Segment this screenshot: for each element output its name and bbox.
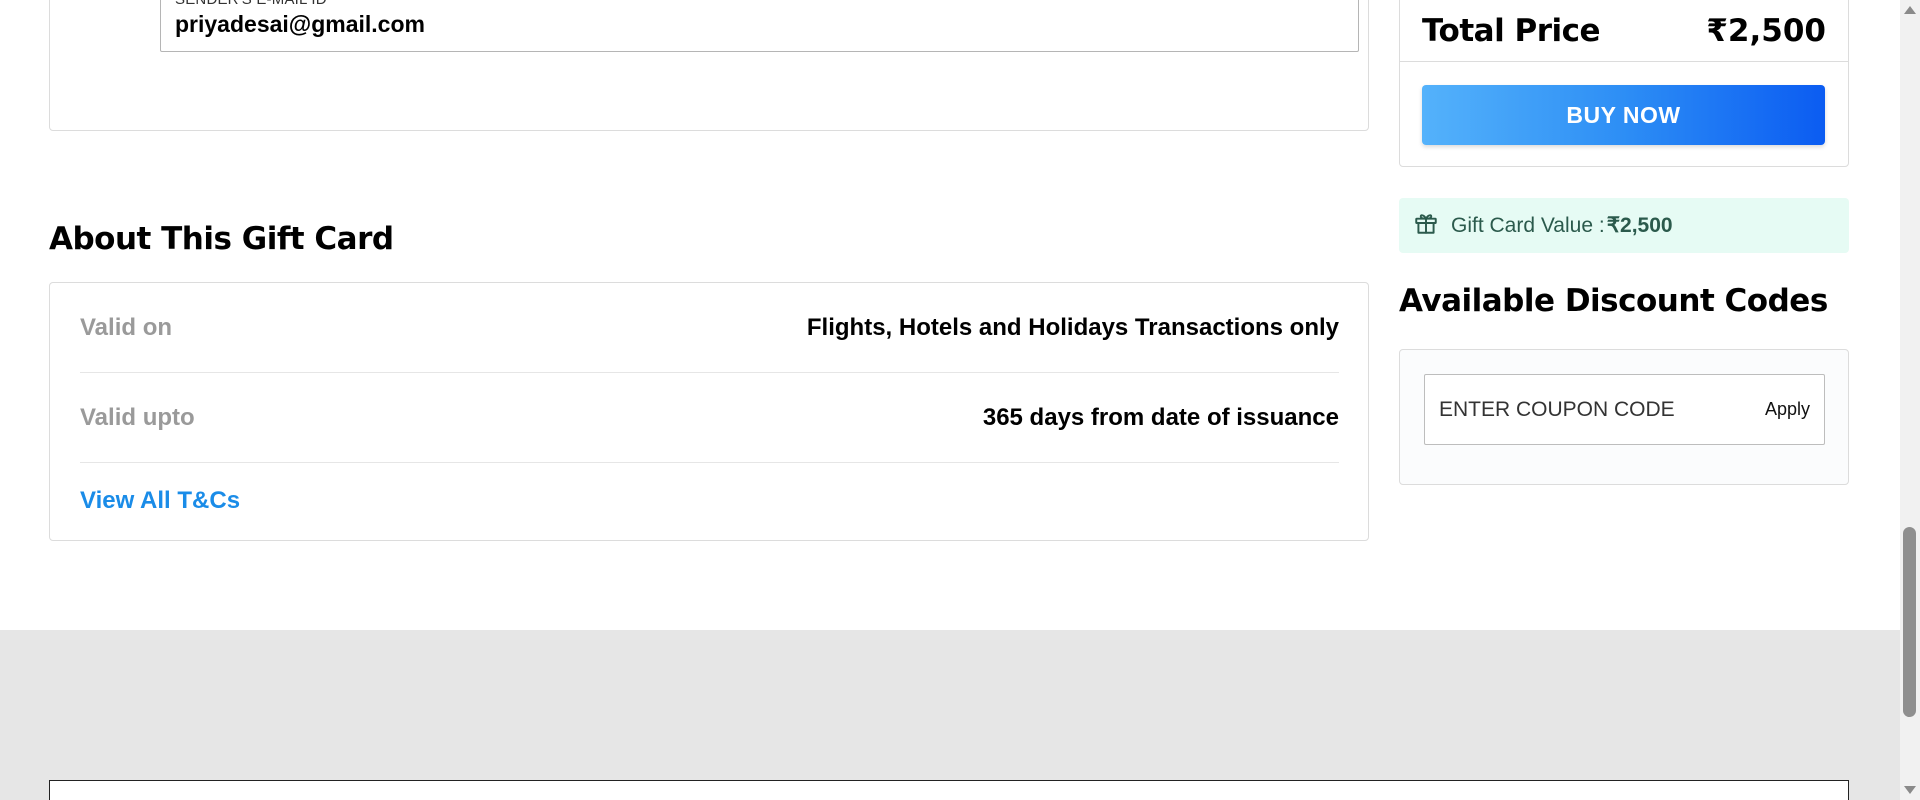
about-row-valid-on: Valid on Flights, Hotels and Holidays Tr… bbox=[80, 283, 1339, 373]
about-row-value: 365 days from date of issuance bbox=[982, 403, 1339, 431]
scroll-thumb[interactable] bbox=[1903, 527, 1916, 717]
about-row-value: Flights, Hotels and Holidays Transaction… bbox=[806, 313, 1339, 341]
about-title: About This Gift Card bbox=[49, 221, 394, 257]
total-price-row: Total Price ₹2,500 bbox=[1400, 0, 1848, 62]
coupon-box: Apply bbox=[1424, 374, 1825, 445]
sender-email-label: SENDER'S E-MAIL ID bbox=[175, 0, 327, 8]
discount-codes-title: Available Discount Codes bbox=[1399, 283, 1828, 319]
total-price-label: Total Price bbox=[1422, 13, 1601, 49]
sender-email-field[interactable]: SENDER'S E-MAIL ID priyadesai@gmail.com bbox=[160, 0, 1359, 52]
about-row-key: Valid on bbox=[80, 313, 173, 341]
page: SENDER'S E-MAIL ID priyadesai@gmail.com … bbox=[0, 0, 1920, 800]
sender-email-value[interactable]: priyadesai@gmail.com bbox=[175, 11, 425, 38]
coupon-code-input[interactable] bbox=[1439, 397, 1739, 422]
price-card: Total Price ₹2,500 BUY NOW bbox=[1399, 0, 1849, 167]
about-row-valid-upto: Valid upto 365 days from date of issuanc… bbox=[80, 373, 1339, 463]
about-card: Valid on Flights, Hotels and Holidays Tr… bbox=[49, 282, 1369, 541]
vertical-scrollbar[interactable] bbox=[1900, 0, 1920, 800]
gift-icon bbox=[1413, 210, 1451, 242]
total-price-value: ₹2,500 bbox=[1706, 13, 1826, 49]
gift-card-value-label: Gift Card Value : bbox=[1451, 213, 1605, 237]
footer-box bbox=[49, 780, 1849, 800]
scroll-down-arrow-icon[interactable] bbox=[1904, 786, 1916, 794]
buy-now-button[interactable]: BUY NOW bbox=[1422, 85, 1825, 145]
footer bbox=[0, 630, 1900, 800]
sender-card: SENDER'S E-MAIL ID priyadesai@gmail.com bbox=[49, 0, 1369, 131]
gift-card-value-amount: ₹2,500 bbox=[1606, 214, 1673, 237]
scroll-up-arrow-icon[interactable] bbox=[1904, 6, 1916, 14]
about-row-key: Valid upto bbox=[80, 403, 195, 431]
gift-card-value-banner: Gift Card Value : ₹2,500 bbox=[1399, 198, 1849, 253]
view-all-tcs-link[interactable]: View All T&Cs bbox=[80, 487, 240, 515]
apply-coupon-button[interactable]: Apply bbox=[1765, 399, 1810, 420]
discount-card: Apply bbox=[1399, 349, 1849, 485]
